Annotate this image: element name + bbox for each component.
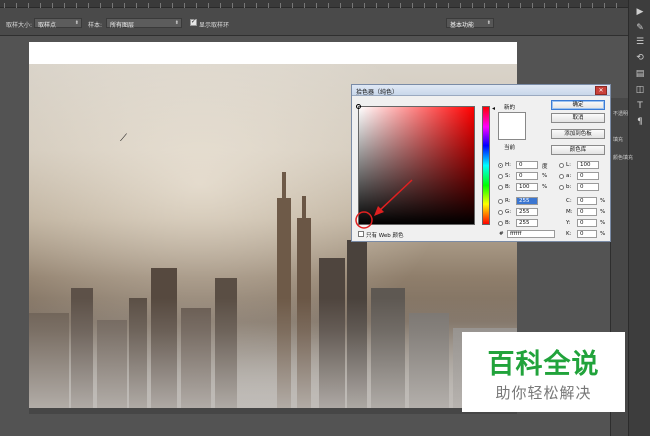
sample-size-value: 取样点: [38, 22, 57, 29]
k-field[interactable]: 0: [577, 230, 597, 238]
h-field[interactable]: 0: [516, 161, 538, 169]
c-unit: %: [600, 198, 606, 204]
layer-name[interactable]: 颜色填充: [613, 154, 633, 161]
new-label: 新的: [504, 105, 516, 111]
color-marker[interactable]: [356, 104, 361, 109]
y-unit: %: [600, 220, 606, 226]
web-colors-checkbox[interactable]: [358, 231, 364, 237]
l-label: L:: [566, 162, 571, 168]
watermark-subtitle: 助你轻松解决: [495, 384, 592, 402]
m-field[interactable]: 0: [577, 208, 597, 216]
sample-value: 所有图层: [110, 22, 135, 29]
b-radio[interactable]: [498, 185, 503, 190]
c-field[interactable]: 0: [577, 197, 597, 205]
k-label: K:: [566, 231, 572, 237]
adjust-icon[interactable]: ☰: [634, 36, 646, 48]
workspace-select[interactable]: 基本功能 ⬍: [446, 18, 494, 29]
r-label: R:: [505, 198, 511, 204]
hex-label: #: [499, 231, 504, 237]
options-bar: 取样大小: 取样点 ⬍ 样本: 所有图层 ⬍ 显示取样环 基本功能 ⬍: [0, 8, 628, 36]
ok-button[interactable]: 确定: [551, 100, 605, 110]
blue-label: B:: [505, 220, 511, 226]
g-radio[interactable]: [498, 210, 503, 215]
cancel-button[interactable]: 取消: [551, 113, 605, 123]
paragraph-icon[interactable]: ¶: [634, 116, 646, 128]
sample-select[interactable]: 所有图层 ⬍: [106, 18, 182, 29]
blue-field[interactable]: 255: [516, 219, 538, 227]
show-ring-label: 显示取样环: [199, 22, 230, 29]
text-icon[interactable]: T: [634, 100, 646, 112]
hue-slider-arrow-icon: ◂: [492, 105, 496, 112]
b-unit: %: [542, 184, 548, 190]
current-label: 当前: [504, 145, 516, 151]
close-icon[interactable]: ✕: [595, 86, 607, 95]
right-toolbar: ▶ ✎ ☰ ⟲ ▤ ◫ T ¶: [628, 0, 650, 436]
b-field[interactable]: 100: [516, 183, 538, 191]
l-field[interactable]: 100: [577, 161, 599, 169]
g-label: G:: [505, 209, 512, 215]
sample-size-label: 取样大小:: [6, 22, 33, 29]
horizontal-scrollbar[interactable]: [29, 408, 517, 414]
k-unit: %: [600, 231, 606, 237]
y-field[interactable]: 0: [577, 219, 597, 227]
h-radio[interactable]: [498, 163, 503, 168]
web-colors-label: 只有 Web 颜色: [366, 233, 404, 239]
watermark: 百科全说 助你轻松解决: [462, 332, 625, 412]
s-field[interactable]: 0: [516, 172, 538, 180]
chevron-down-icon: ⬍: [74, 20, 79, 26]
color-libraries-button[interactable]: 颜色库: [551, 145, 605, 155]
eyedropper-cursor-icon: ⟋: [120, 133, 127, 144]
play-icon[interactable]: ▶: [634, 6, 646, 18]
a-field[interactable]: 0: [577, 172, 599, 180]
dialog-title: 拾色器（纯色）: [356, 89, 399, 96]
h-unit: 度: [542, 164, 548, 170]
lab-b-field[interactable]: 0: [577, 183, 599, 191]
hex-field[interactable]: ffffff: [507, 230, 555, 238]
sample-size-select[interactable]: 取样点 ⬍: [34, 18, 82, 29]
m-unit: %: [600, 209, 606, 215]
blue-radio[interactable]: [498, 221, 503, 226]
sample-label: 样本:: [88, 22, 103, 29]
s-unit: %: [542, 173, 548, 179]
m-label: M:: [566, 209, 573, 215]
a-label: a:: [566, 173, 572, 179]
fill-label: 填充: [613, 137, 624, 143]
lab-b-label: b:: [566, 184, 572, 190]
h-label: H:: [505, 162, 511, 168]
fog: [29, 298, 517, 408]
chevron-down-icon: ⬍: [174, 20, 179, 26]
color-picker-dialog: 拾色器（纯色） ✕ ◂ 新的 当前 确定 取消 添加到色板 颜色库 H: 0 度…: [351, 84, 611, 242]
hue-slider[interactable]: [482, 106, 490, 225]
new-color-swatch: [498, 112, 526, 140]
s-radio[interactable]: [498, 174, 503, 179]
history-icon[interactable]: ⟲: [634, 52, 646, 64]
show-ring-checkbox[interactable]: [190, 18, 197, 26]
brush-icon[interactable]: ✎: [634, 22, 646, 34]
workspace-value: 基本功能: [450, 22, 475, 29]
dialog-titlebar[interactable]: 拾色器（纯色） ✕: [352, 85, 610, 96]
opacity-label: 不透明: [613, 111, 629, 117]
add-to-swatches-button[interactable]: 添加到色板: [551, 129, 605, 139]
g-field[interactable]: 255: [516, 208, 538, 216]
s-label: S:: [505, 173, 511, 179]
r-radio[interactable]: [498, 199, 503, 204]
l-radio[interactable]: [559, 163, 564, 168]
lab-b-radio[interactable]: [559, 185, 564, 190]
layers-icon[interactable]: ▤: [634, 68, 646, 80]
chevron-down-icon: ⬍: [486, 20, 491, 26]
swatches-icon[interactable]: ◫: [634, 84, 646, 96]
top-ruler: [0, 0, 650, 8]
c-label: C:: [566, 198, 572, 204]
b-label: B:: [505, 184, 511, 190]
r-field[interactable]: 255: [516, 197, 538, 205]
a-radio[interactable]: [559, 174, 564, 179]
saturation-brightness-field[interactable]: [358, 106, 475, 225]
watermark-title: 百科全说: [487, 349, 600, 380]
y-label: Y:: [566, 220, 571, 226]
